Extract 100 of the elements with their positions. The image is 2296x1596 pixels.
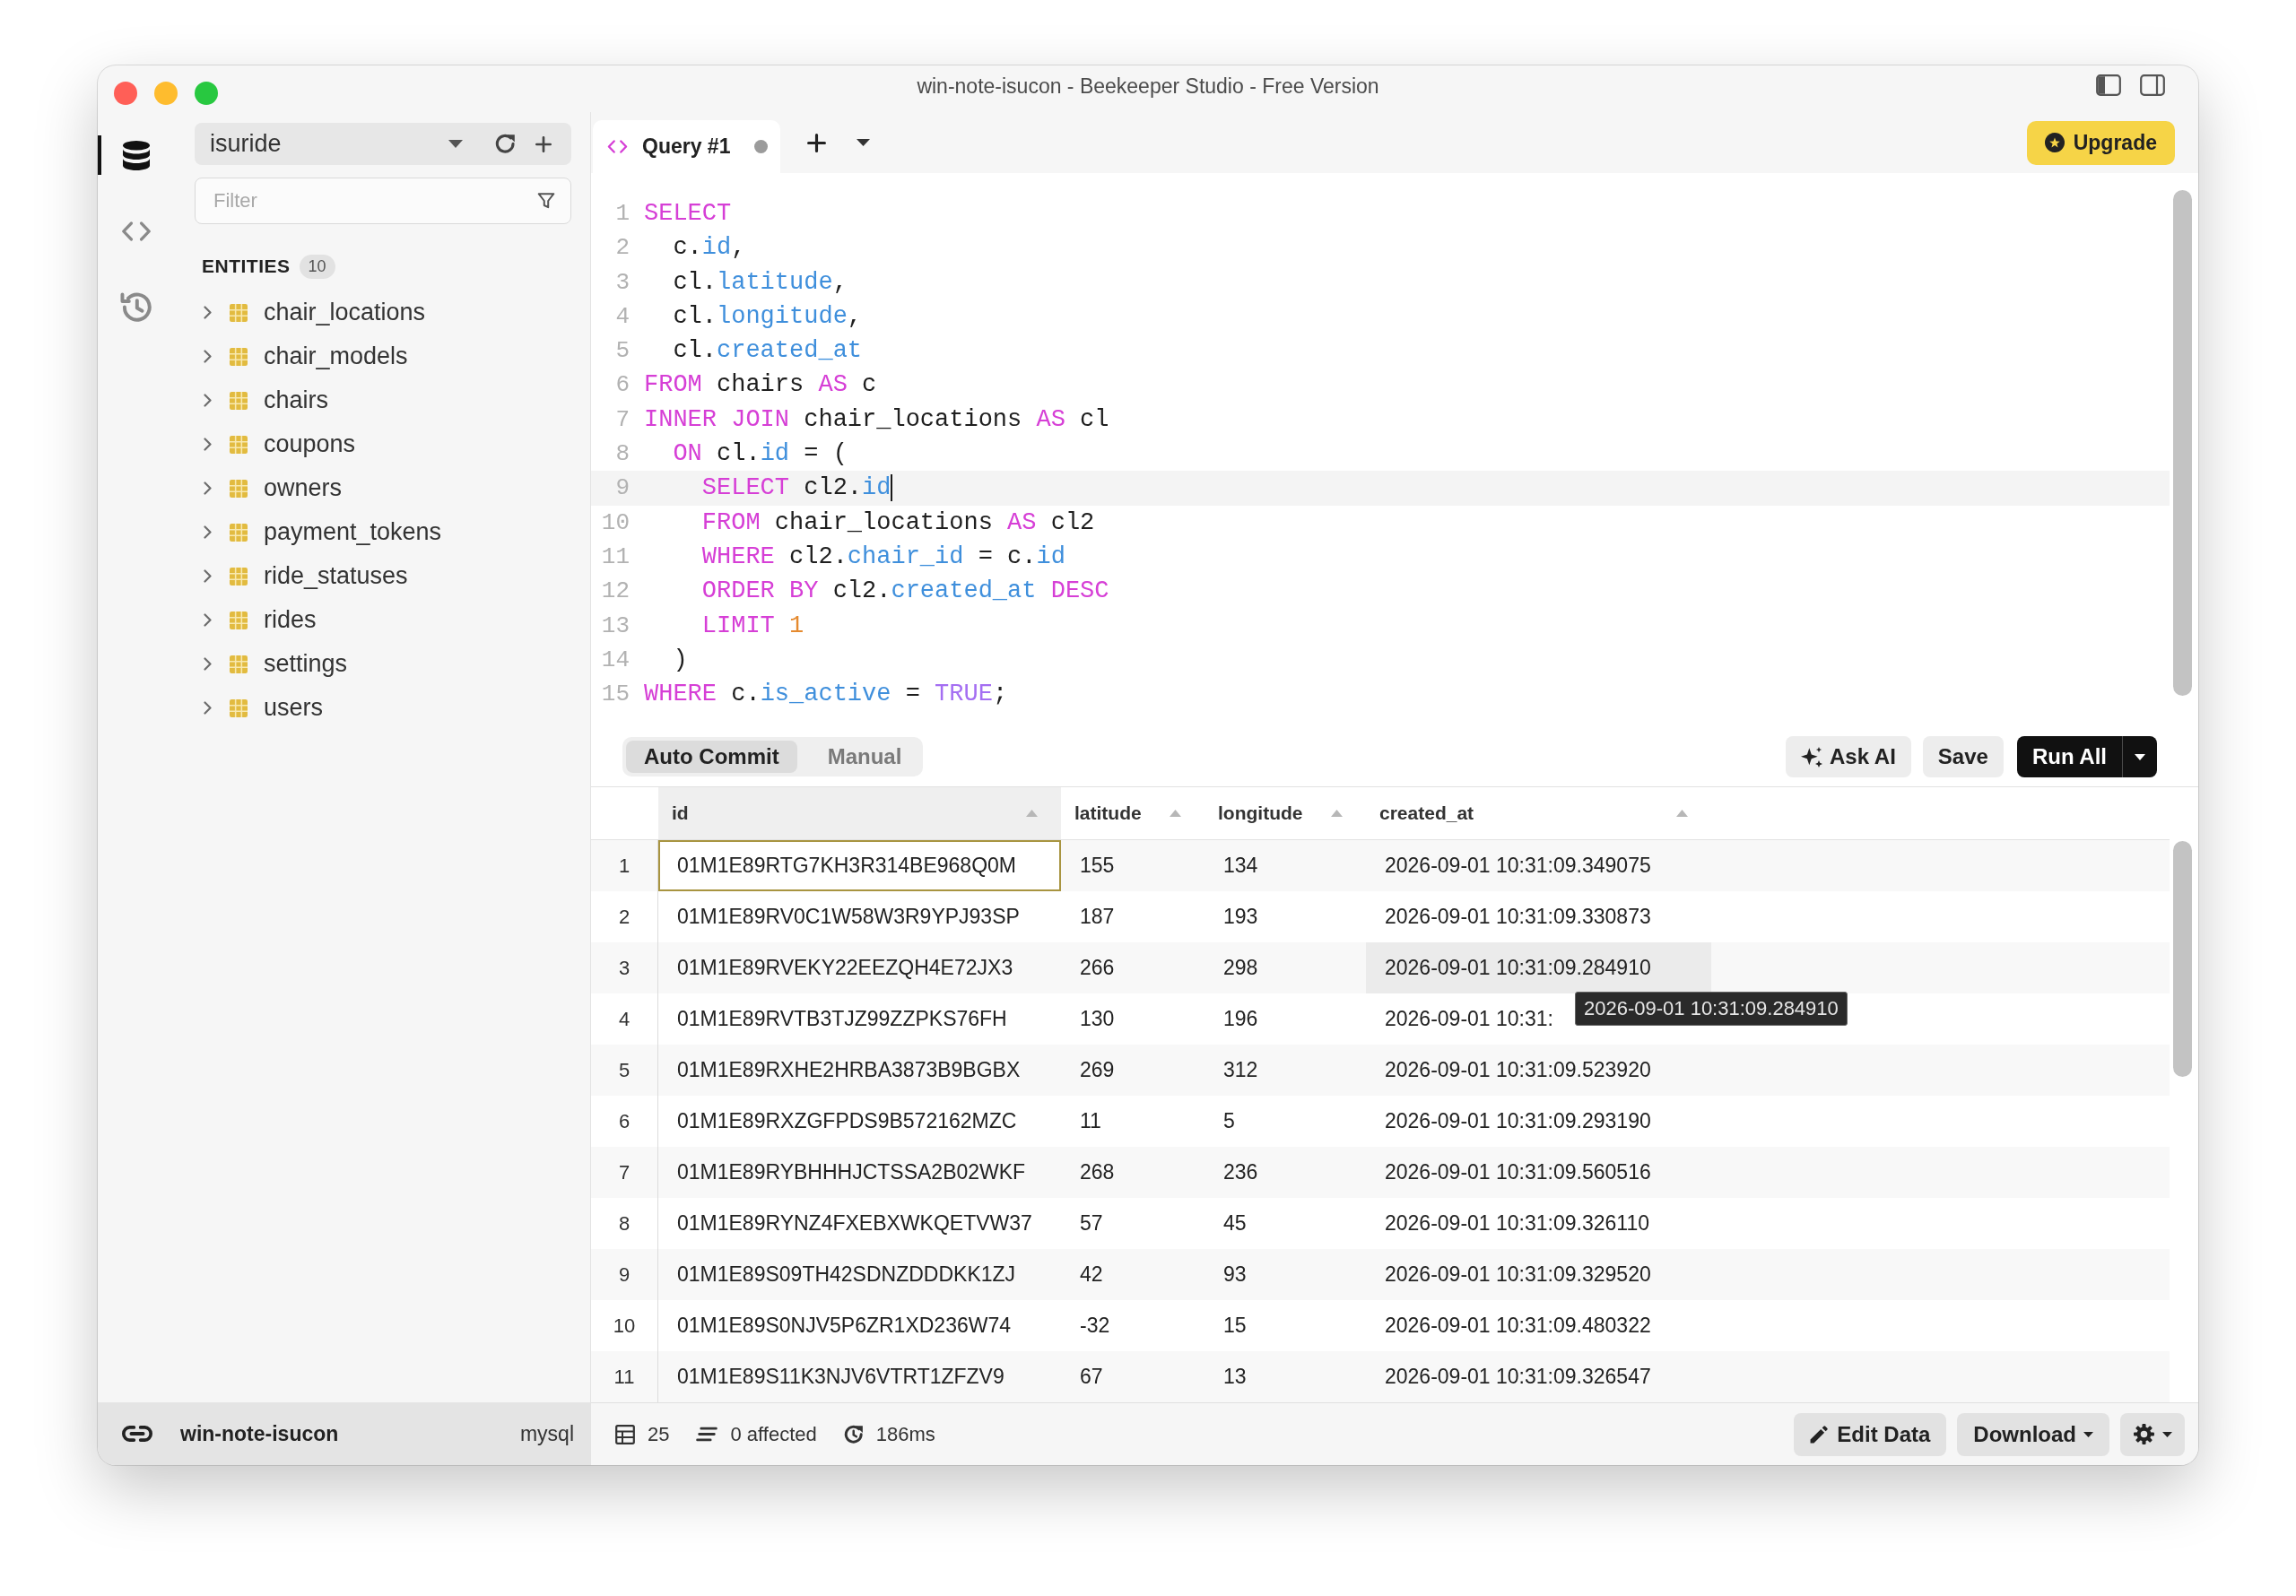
table-cell: 01M1E89RVEKY22EEZQH4E72JX3 bbox=[677, 956, 1013, 980]
table-cell: 2026-09-01 10:31:09.560516 bbox=[1385, 1160, 1651, 1184]
sort-icon bbox=[1026, 810, 1038, 817]
database-select[interactable]: isuride bbox=[195, 123, 479, 165]
table-cell: 01M1E89RVTB3TJZ99ZZPKS76FH bbox=[677, 1007, 1007, 1031]
code-line: ON cl.id = ( bbox=[672, 439, 848, 470]
close-icon[interactable] bbox=[114, 82, 137, 105]
table-cell: 268 bbox=[1080, 1160, 1115, 1184]
sort-icon bbox=[1170, 810, 1181, 817]
sparkle-icon bbox=[1801, 746, 1822, 768]
line-number: 11 bbox=[600, 542, 631, 572]
query-tab[interactable]: Query #1 bbox=[593, 120, 780, 173]
sort-icon bbox=[1676, 810, 1688, 817]
table-cell: 01M1E89S09TH42SDNZDDDKK1ZJ bbox=[677, 1262, 1016, 1287]
table-item[interactable]: rides bbox=[195, 598, 571, 642]
window-title: win-note-isucon - Beekeeper Studio - Free Version bbox=[917, 74, 1379, 99]
download-button[interactable]: Download bbox=[1957, 1412, 2109, 1456]
affected-count: 0 affected bbox=[730, 1422, 817, 1446]
table-cell: 42 bbox=[1080, 1262, 1103, 1287]
line-number: 7 bbox=[614, 404, 631, 435]
line-number: 3 bbox=[614, 267, 631, 298]
table-icon bbox=[230, 611, 248, 629]
table-row[interactable]: 1 01M1E89RTG7KH3R314BE968Q0M 155 134 2026-09-01 10:31:09.349075 bbox=[591, 840, 2170, 891]
filter-field[interactable]: Filter bbox=[195, 178, 571, 224]
row-count: 25 bbox=[648, 1422, 670, 1446]
table-item[interactable]: chair_models bbox=[195, 334, 571, 378]
table-row[interactable]: 3 01M1E89RVEKY22EEZQH4E72JX3 266 298 2026-09-01 10:31:09.284910 bbox=[591, 942, 2170, 993]
code-line: LIMIT 1 bbox=[700, 611, 805, 641]
table-row[interactable]: 9 01M1E89S09TH42SDNZDDDKK1ZJ 42 93 2026-09-01 10:31:09.329520 bbox=[591, 1249, 2170, 1300]
tooltip: 2026-09-01 10:31:09.284910 bbox=[1575, 992, 1848, 1026]
row-number: 9 bbox=[591, 1249, 658, 1300]
table-item[interactable]: settings bbox=[195, 642, 571, 686]
code-line: cl.created_at bbox=[672, 336, 864, 367]
table-row[interactable]: 11 01M1E89S11K3NJV6VTRT1ZFZV9 67 13 2026-09-01 10:31:09.326547 bbox=[591, 1351, 2170, 1402]
table-item[interactable]: coupons bbox=[195, 422, 571, 466]
settings-button[interactable] bbox=[2120, 1412, 2185, 1456]
line-number: 6 bbox=[614, 370, 631, 401]
connection-type: mysql bbox=[519, 1421, 574, 1446]
panel-toggle-icon[interactable] bbox=[2140, 74, 2165, 96]
save-button[interactable]: Save bbox=[1922, 736, 2004, 777]
table-item[interactable]: owners bbox=[195, 466, 571, 510]
refresh-icon[interactable] bbox=[495, 134, 516, 154]
table-cell: 193 bbox=[1223, 905, 1258, 929]
run-options-button[interactable] bbox=[2122, 736, 2157, 777]
caret-icon bbox=[2083, 1431, 2093, 1437]
table-cell: 01M1E89RXHE2HRBA3873B9BGBX bbox=[677, 1058, 1021, 1082]
scrollbar[interactable] bbox=[2173, 841, 2192, 1077]
table-row[interactable]: 7 01M1E89RYBHHHJCTSSA2B02WKF 268 236 2026-09-01 10:31:09.560516 bbox=[591, 1147, 2170, 1198]
table-cell: 312 bbox=[1223, 1058, 1258, 1082]
line-number: 8 bbox=[614, 439, 631, 470]
table-cell: 13 bbox=[1223, 1365, 1247, 1389]
table-row[interactable]: 5 01M1E89RXHE2HRBA3873B9BGBX 269 312 2026-09-01 10:31:09.523920 bbox=[591, 1045, 2170, 1096]
table-cell: 2026-09-01 10:31:09.284910 bbox=[1366, 942, 1711, 993]
commit-mode-option[interactable]: Manual bbox=[809, 741, 920, 773]
table-cell: 67 bbox=[1080, 1365, 1103, 1389]
table-cell: 5 bbox=[1223, 1109, 1235, 1133]
table-item[interactable]: payment_tokens bbox=[195, 510, 571, 554]
column-header[interactable]: id bbox=[658, 787, 1061, 839]
run-button[interactable]: Run All bbox=[2016, 736, 2122, 777]
table-icon bbox=[230, 303, 248, 322]
history-icon bbox=[120, 292, 152, 323]
caret-icon[interactable] bbox=[857, 139, 870, 146]
table-cell: 01M1E89RYBHHHJCTSSA2B02WKF bbox=[677, 1160, 1026, 1184]
line-number: 10 bbox=[600, 507, 631, 538]
line-number: 14 bbox=[600, 645, 631, 675]
commit-mode-option[interactable]: Auto Commit bbox=[626, 741, 797, 773]
table-cell: 2026-09-01 10:31:09.480322 bbox=[1385, 1314, 1651, 1338]
table-item[interactable]: chair_locations bbox=[195, 291, 571, 334]
code-line: WHERE c.is_active = TRUE; bbox=[644, 680, 1009, 710]
table-item[interactable]: users bbox=[195, 686, 571, 730]
table-icon bbox=[230, 698, 248, 717]
filter-icon[interactable] bbox=[537, 192, 555, 210]
table-cell: 57 bbox=[1080, 1211, 1103, 1236]
edit-data-button[interactable]: Edit Data bbox=[1794, 1412, 1947, 1456]
row-number: 7 bbox=[591, 1147, 658, 1198]
column-header[interactable]: created_at bbox=[1366, 787, 1711, 839]
ask-ai-button[interactable]: Ask AI bbox=[1786, 736, 1911, 777]
table-cell: 196 bbox=[1223, 1007, 1258, 1031]
code-line: INNER JOIN chair_locations AS cl bbox=[644, 404, 1110, 435]
table-cell: 155 bbox=[1080, 854, 1115, 878]
table-cell: 11 bbox=[1080, 1109, 1101, 1133]
table-item[interactable]: ride_statuses bbox=[195, 554, 571, 598]
scrollbar[interactable] bbox=[2173, 190, 2192, 696]
code-line: FROM chair_locations AS cl2 bbox=[700, 507, 1096, 538]
table-cell: 01M1E89RTG7KH3R314BE968Q0M bbox=[658, 840, 1061, 891]
sidebar-toggle-icon[interactable] bbox=[2096, 74, 2121, 96]
table-cell: 269 bbox=[1080, 1058, 1115, 1082]
gear-icon bbox=[2133, 1423, 2155, 1445]
table-cell: 2026-09-01 10:31: bbox=[1385, 1007, 1553, 1031]
column-header[interactable]: longitude bbox=[1205, 787, 1366, 839]
code-line: SELECT bbox=[644, 199, 733, 229]
upgrade-button[interactable]: Upgrade bbox=[2026, 120, 2175, 165]
line-number: 1 bbox=[614, 199, 631, 229]
line-number: 9 bbox=[591, 471, 644, 506]
table-cell: 15 bbox=[1223, 1314, 1247, 1338]
plus-icon[interactable] bbox=[535, 135, 552, 152]
plus-icon[interactable] bbox=[807, 133, 826, 152]
table-item[interactable]: chairs bbox=[195, 378, 571, 422]
table-cell: 93 bbox=[1223, 1262, 1247, 1287]
column-header[interactable]: latitude bbox=[1061, 787, 1205, 839]
